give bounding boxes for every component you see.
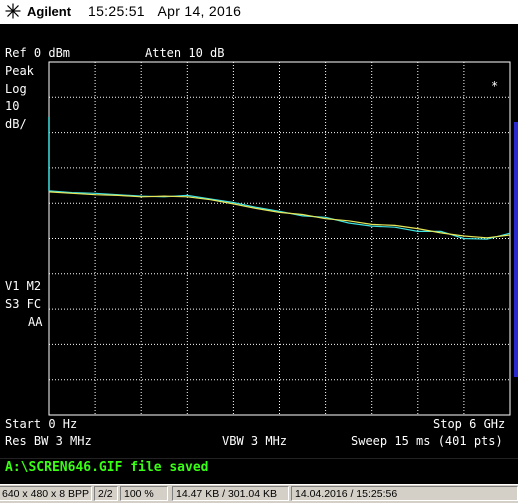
viewer-info-bar: 640 x 480 x 8 BPP 2/2 100 % 14.47 KB / 3…: [0, 484, 518, 503]
video-bandwidth: VBW 3 MHz: [222, 434, 288, 448]
trace-status-row-1: V1 M2: [5, 279, 42, 293]
file-datetime: 14.04.2016 / 15:25:56: [291, 486, 518, 501]
start-frequency: Start 0 Hz: [5, 417, 78, 431]
image-dimensions: 640 x 480 x 8 BPP: [0, 486, 92, 501]
status-line: A:\SCREN646.GIF file saved: [0, 458, 518, 477]
stop-frequency: Stop 6 GHz: [433, 417, 506, 431]
trace-status-row-2: S3 FC: [5, 297, 42, 311]
file-size: 14.47 KB / 301.04 KB: [172, 486, 289, 501]
trace-status-row-3: AA: [28, 315, 43, 329]
page-indicator: 2/2: [94, 486, 118, 501]
scale-unit: dB/: [5, 117, 27, 131]
detector-mode: Peak: [5, 64, 34, 78]
right-edge-marker: [514, 122, 518, 377]
sweep-time: Sweep 15 ms (401 pts): [351, 434, 503, 448]
marker-star: *: [491, 79, 499, 93]
status-message: A:\SCREN646.GIF file saved: [5, 460, 209, 475]
scale-type: Log: [5, 82, 27, 96]
scale-value: 10: [5, 99, 20, 113]
spectrum-display: [48, 61, 511, 416]
ref-level: Ref 0 dBm: [5, 46, 71, 60]
resolution-bandwidth: Res BW 3 MHz: [5, 434, 92, 448]
zoom-level: 100 %: [120, 486, 168, 501]
attenuation: Atten 10 dB: [145, 46, 225, 60]
